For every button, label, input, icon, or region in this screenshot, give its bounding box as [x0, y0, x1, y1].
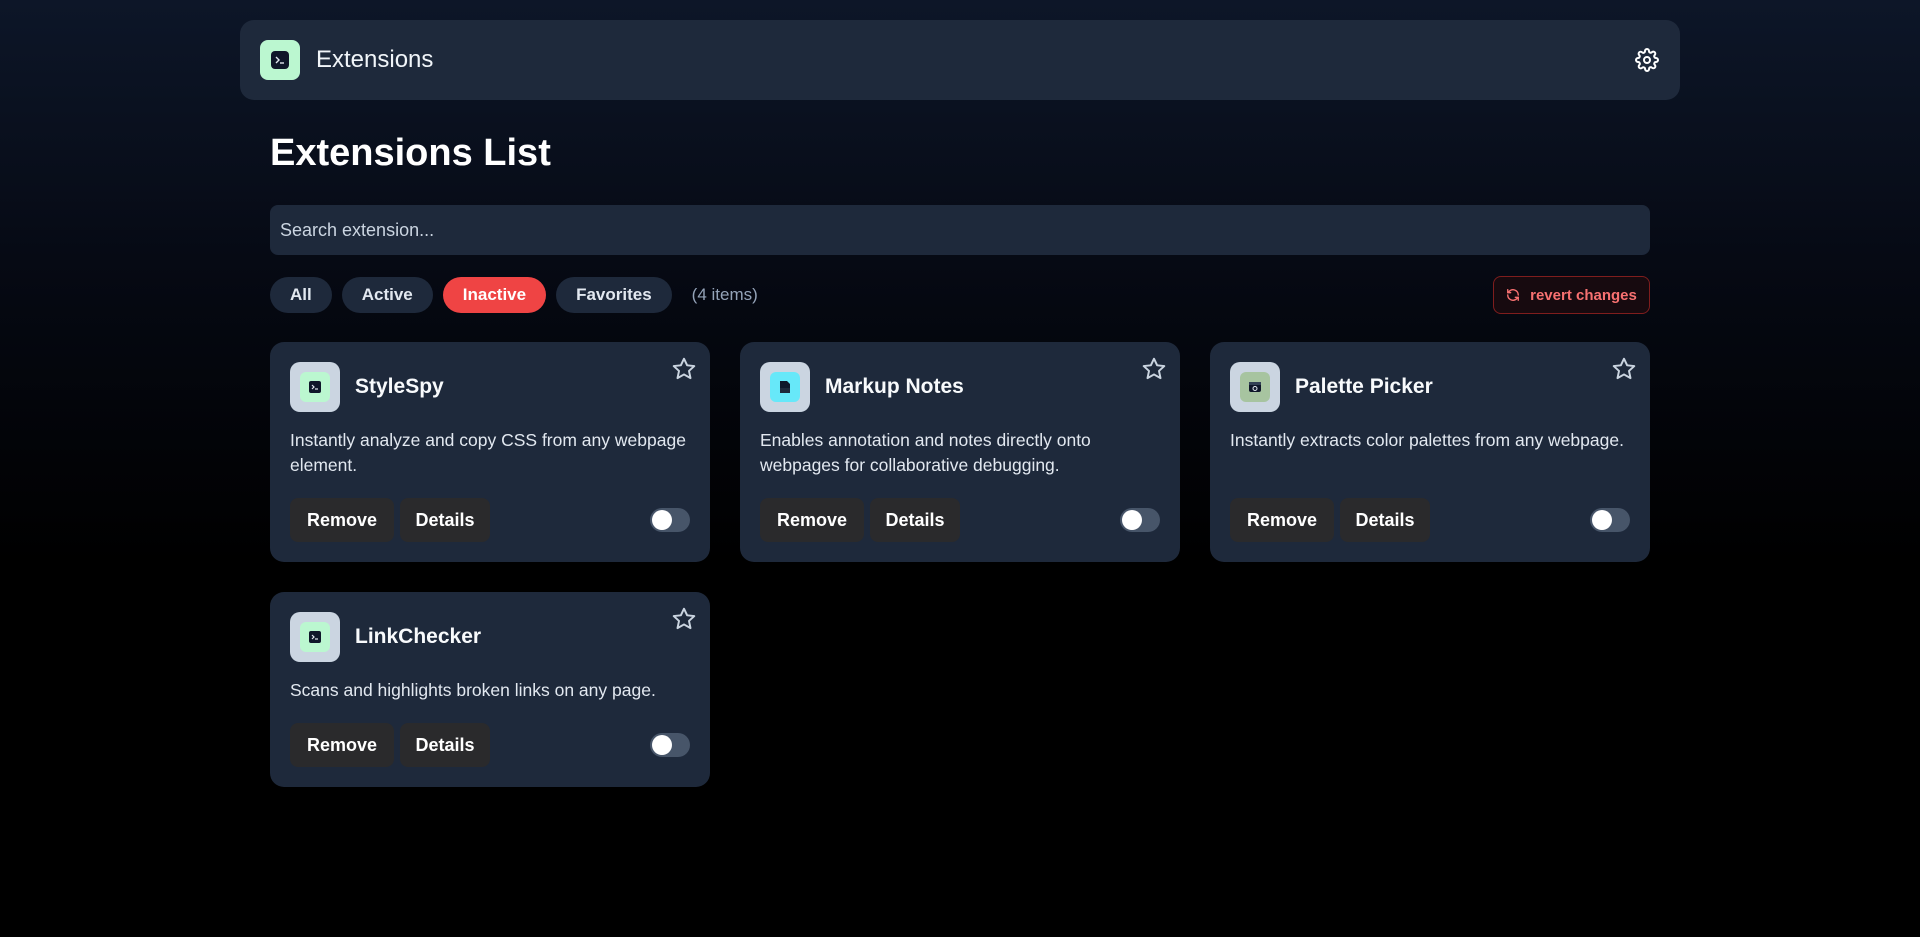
terminal-icon [300, 622, 330, 652]
details-button[interactable]: Details [400, 498, 490, 542]
filter-all[interactable]: All [270, 277, 332, 313]
extension-icon-box [290, 362, 340, 412]
enable-toggle[interactable] [1120, 508, 1160, 532]
app-header: Extensions [240, 20, 1680, 100]
extension-icon-box [290, 612, 340, 662]
extension-name: Palette Picker [1295, 375, 1433, 398]
filter-active[interactable]: Active [341, 277, 433, 313]
palette-icon [1240, 372, 1270, 402]
app-logo [260, 40, 300, 80]
filter-inactive[interactable]: Inactive [442, 277, 547, 313]
extension-card-linkchecker: LinkChecker Scans and highlights broken … [270, 592, 710, 787]
filter-favorites[interactable]: Favorites [556, 277, 672, 313]
star-icon[interactable] [671, 356, 697, 382]
terminal-icon [271, 51, 289, 69]
extension-description: Enables annotation and notes directly on… [760, 430, 1091, 475]
search-input[interactable] [270, 205, 1650, 255]
extension-name: Markup Notes [825, 375, 964, 398]
main-container: Extensions Extensions List All Active In… [240, 20, 1680, 787]
filter-bar: All Active Inactive Favorites (4 items) [270, 277, 758, 313]
terminal-icon [300, 372, 330, 402]
toggle-knob [652, 735, 672, 755]
item-count: (4 items) [691, 285, 758, 304]
star-icon[interactable] [1141, 356, 1167, 382]
extension-description: Instantly analyze and copy CSS from any … [290, 430, 686, 475]
revert-changes-button[interactable]: revert changes [1493, 276, 1650, 314]
refresh-icon [1507, 289, 1520, 301]
enable-toggle[interactable] [650, 733, 690, 757]
app-title: Extensions [316, 46, 434, 73]
page-title: Extensions List [270, 132, 551, 174]
note-icon [770, 372, 800, 402]
extension-name: LinkChecker [355, 625, 482, 648]
extension-description: Scans and highlights broken links on any… [290, 680, 656, 700]
extension-icon-box [760, 362, 810, 412]
details-button[interactable]: Details [400, 723, 490, 767]
extension-description: Instantly extracts color palettes from a… [1230, 430, 1624, 450]
details-button[interactable]: Details [1340, 498, 1430, 542]
remove-button[interactable]: Remove [1230, 498, 1334, 542]
extension-icon-box [1230, 362, 1280, 412]
extension-card-palette-picker: Palette Picker Instantly extracts color … [1210, 342, 1650, 562]
gear-icon[interactable] [1634, 47, 1660, 73]
extension-card-stylespy: StyleSpy Instantly analyze and copy CSS … [270, 342, 710, 562]
remove-button[interactable]: Remove [290, 498, 394, 542]
revert-changes-label: revert changes [1530, 286, 1637, 304]
enable-toggle[interactable] [1590, 508, 1630, 532]
star-icon[interactable] [671, 606, 697, 632]
enable-toggle[interactable] [650, 508, 690, 532]
toggle-knob [1592, 510, 1612, 530]
extension-name: StyleSpy [355, 375, 444, 398]
toggle-knob [652, 510, 672, 530]
toggle-knob [1122, 510, 1142, 530]
star-icon[interactable] [1611, 356, 1637, 382]
remove-button[interactable]: Remove [290, 723, 394, 767]
remove-button[interactable]: Remove [760, 498, 864, 542]
details-button[interactable]: Details [870, 498, 960, 542]
extension-card-markup-notes: Markup Notes Enables annotation and note… [740, 342, 1180, 562]
